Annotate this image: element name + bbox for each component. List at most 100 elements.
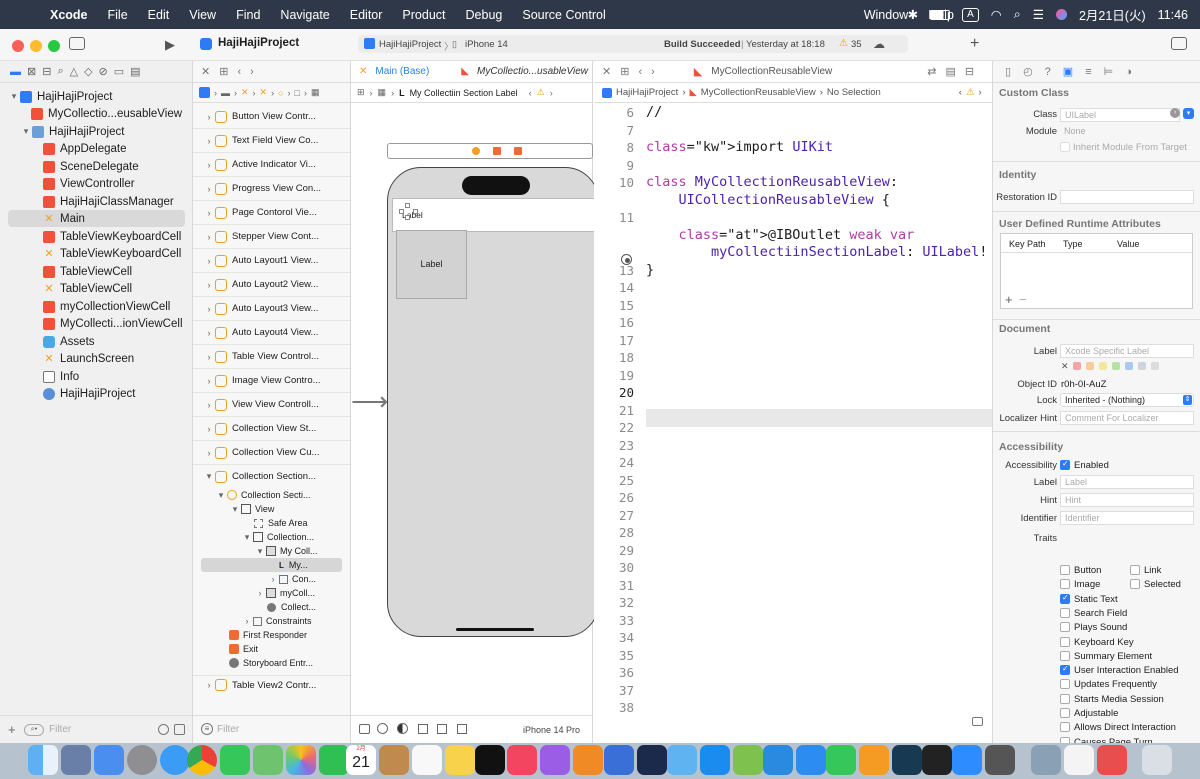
disclosure-icon[interactable]: › <box>203 400 215 410</box>
scene-row[interactable]: › Collection View Cu... <box>193 441 350 464</box>
disclosure-icon[interactable]: › <box>203 680 215 690</box>
app-store-icon[interactable] <box>700 745 730 775</box>
trait-checkbox[interactable] <box>1130 565 1140 575</box>
podcasts-icon[interactable] <box>540 745 570 775</box>
list-item-selected[interactable]: ✕ Main <box>8 210 185 227</box>
breadcrumb-file[interactable]: MyCollectionReusableView <box>701 87 816 98</box>
textedit-icon[interactable] <box>1064 745 1094 775</box>
swap-icon[interactable]: ⇄ <box>927 65 936 78</box>
scene-row[interactable]: › Progress View Con... <box>193 177 350 200</box>
search-icon[interactable]: ⌕ <box>1014 7 1021 22</box>
trait-checkbox[interactable] <box>1060 664 1070 676</box>
close-window-button[interactable] <box>12 40 24 52</box>
device-bezel-icon[interactable] <box>457 724 467 734</box>
calendar-icon[interactable]: 2月 21 <box>346 745 376 775</box>
calculator-icon[interactable] <box>985 745 1015 775</box>
outline-item[interactable]: › Constraints <box>241 614 312 628</box>
disclosure-icon[interactable]: › <box>203 184 215 194</box>
scheme-selector[interactable]: HajiHajiProject <box>379 39 441 50</box>
outline-toggle-icon[interactable] <box>359 724 370 734</box>
disclosure-icon[interactable]: › <box>203 256 215 266</box>
size-class-icon[interactable] <box>437 724 447 734</box>
list-item[interactable]: HajiHajiClassManager <box>0 193 193 210</box>
iphone-frame[interactable]: Label Label <box>387 167 599 637</box>
trash-icon[interactable] <box>1142 745 1172 775</box>
finder-icon[interactable] <box>28 745 58 775</box>
help-inspector-icon[interactable]: ? <box>1045 66 1051 78</box>
list-item[interactable]: TableViewKeyboardCell <box>0 228 193 245</box>
find-icon[interactable]: ⌕ <box>57 65 63 78</box>
control-center-icon[interactable]: ☰ <box>1033 7 1044 22</box>
scene-row[interactable]: › Auto Layout3 View... <box>193 297 350 320</box>
trait-checkbox[interactable] <box>1060 650 1070 661</box>
outline-item[interactable]: First Responder <box>229 628 307 642</box>
trait-checkbox[interactable] <box>1060 593 1070 604</box>
reusable-view-icon[interactable]: ▦ <box>378 87 387 98</box>
section-header-view[interactable]: Label <box>392 198 598 232</box>
trait-checkbox[interactable] <box>1060 607 1070 618</box>
clear-color-label-icon[interactable]: ✕ <box>1061 361 1069 372</box>
recent-files-icon[interactable] <box>158 724 169 735</box>
color-label-orange[interactable] <box>1086 362 1094 370</box>
menu-view[interactable]: View <box>189 8 216 22</box>
disclosure-icon[interactable]: › <box>203 448 215 458</box>
menu-edit[interactable]: Edit <box>148 8 170 22</box>
breakpoint-icon[interactable]: ▭ <box>114 65 124 78</box>
scene-row[interactable]: › Collection View St... <box>193 417 350 440</box>
list-item[interactable]: TableViewCell <box>0 263 193 280</box>
size-inspector-icon[interactable]: ⊨ <box>1104 65 1114 78</box>
exit-icon[interactable] <box>514 147 522 155</box>
restoration-id-field[interactable] <box>1060 190 1194 204</box>
disclosure-icon[interactable]: › <box>203 376 215 386</box>
outline-item-selected[interactable]: L My... <box>201 558 342 572</box>
vscode-icon[interactable] <box>763 745 793 775</box>
issue-icon[interactable]: △ <box>70 65 78 78</box>
reminders-icon[interactable] <box>412 745 442 775</box>
preview-icon[interactable] <box>1031 745 1061 775</box>
instruments-icon[interactable] <box>637 745 667 775</box>
test-icon[interactable]: ◇ <box>84 65 92 78</box>
list-item[interactable]: ✕ LaunchScreen <box>0 350 193 367</box>
music-icon[interactable] <box>507 745 537 775</box>
collection-view-icon[interactable]: ▦ <box>311 87 320 98</box>
warning-icon[interactable]: ⚠ <box>839 38 848 49</box>
menu-source-control[interactable]: Source Control <box>522 8 605 22</box>
menu-app-name[interactable]: Xcode <box>50 8 88 22</box>
code-line[interactable]: } <box>646 262 654 278</box>
outline-filter-input[interactable]: Filter <box>217 724 239 735</box>
view-controller-icon[interactable] <box>472 147 480 155</box>
add-attribute-button[interactable]: + <box>1005 292 1013 307</box>
outline-item[interactable]: Collect... <box>267 600 316 614</box>
collection-cell[interactable]: Label <box>396 230 467 299</box>
code-line[interactable]: class="kw">import UIKit <box>646 139 833 155</box>
code-line[interactable]: class MyCollectionReusableView: <box>646 174 898 190</box>
remove-attribute-button[interactable]: − <box>1019 292 1027 307</box>
pages-icon[interactable] <box>859 745 889 775</box>
lock-select[interactable]: Inherited - (Nothing) <box>1060 393 1194 407</box>
column-header-type[interactable]: Type <box>1063 239 1083 249</box>
filter-options-icon[interactable]: ⌕▾ <box>24 724 44 736</box>
list-item[interactable]: HajiHajiProject <box>0 385 193 402</box>
code-line[interactable]: // <box>646 104 662 120</box>
safari-icon[interactable] <box>160 745 190 775</box>
swift-playgrounds-icon[interactable] <box>733 745 763 775</box>
device-config-selector[interactable]: iPhone 14 Pro <box>523 725 580 735</box>
forward-icon[interactable]: › <box>651 66 655 78</box>
scene-row[interactable]: › Image View Contro... <box>193 369 350 392</box>
scene-row[interactable]: › Text Field View Co... <box>193 129 350 152</box>
warning-count[interactable]: 35 <box>851 39 862 50</box>
outline-item[interactable]: Exit <box>229 642 258 656</box>
folder-icon[interactable]: ▬ <box>221 88 230 98</box>
resize-handle[interactable] <box>405 203 410 208</box>
scene-row[interactable]: › Table View Control... <box>193 345 350 368</box>
debug-area-toggle-icon[interactable] <box>972 717 983 726</box>
messages-icon[interactable] <box>220 745 250 775</box>
code-line[interactable]: UICollectionReusableView { <box>646 192 890 208</box>
add-button[interactable]: + <box>970 35 979 53</box>
filter-input[interactable]: Filter <box>49 724 71 735</box>
close-icon[interactable]: ✕ <box>201 65 210 78</box>
disclosure-icon[interactable]: ▾ <box>254 546 266 557</box>
entry-point-arrow-icon[interactable]: ⟶ <box>351 388 388 414</box>
add-icon[interactable]: + <box>8 722 16 737</box>
menubar-date[interactable]: 2月21日(火) <box>1079 5 1146 24</box>
